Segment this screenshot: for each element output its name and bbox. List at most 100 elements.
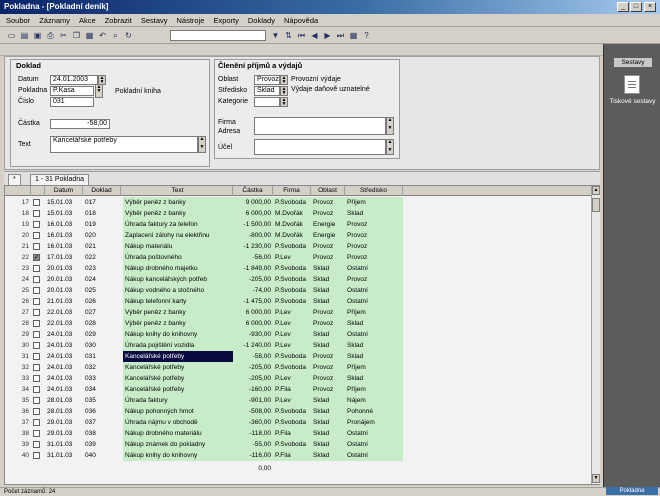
scroll-up-arrow[interactable]: ▲ [592, 186, 600, 195]
firm-cell[interactable]: P.Svoboda [273, 263, 311, 274]
table-row[interactable]: 27 22.01.03 027 Výběr peněz z banky 6 000,00… [5, 307, 591, 318]
checkbox-unchecked[interactable] [33, 231, 40, 239]
area-cell[interactable]: Energie [311, 219, 345, 230]
amount-cell[interactable]: -116,00 [233, 450, 273, 461]
row-number[interactable]: 36 [13, 406, 31, 417]
area-cell[interactable]: Sklad [311, 395, 345, 406]
row-checkbox[interactable] [31, 241, 45, 252]
row-checkbox[interactable] [31, 439, 45, 450]
firm-cell[interactable]: P.Fila [273, 450, 311, 461]
area-cell[interactable]: Provoz [311, 307, 345, 318]
table-row[interactable]: 26 21.01.03 026 Nákup telefonní karty -1 475… [5, 296, 591, 307]
date-cell[interactable]: 15.01.03 [45, 208, 83, 219]
amount-cell[interactable]: -205,00 [233, 274, 273, 285]
center-cell[interactable]: Ostatní [345, 296, 403, 307]
checkbox-unchecked[interactable] [33, 363, 40, 371]
text-cell[interactable]: Výběr peněz z banky [123, 307, 233, 318]
table-row[interactable]: 36 28.01.03 036 Nákup pohonných hmot -508,00… [5, 406, 591, 417]
firm-cell[interactable]: P.Lev [273, 395, 311, 406]
date-field[interactable]: 24.01.2003 [50, 75, 98, 85]
date-cell[interactable]: 16.01.03 [45, 230, 83, 241]
table-row[interactable]: 40 31.01.03 040 Nákup knihy do knihovny -116… [5, 450, 591, 461]
column-header-blank-1[interactable] [31, 186, 45, 196]
row-checkbox[interactable] [31, 395, 45, 406]
text-field[interactable]: Kancelářské potřeby [50, 136, 198, 153]
center-cell[interactable]: Pronájem [345, 417, 403, 428]
area-cell[interactable]: Provoz [311, 252, 345, 263]
amount-cell[interactable]: -118,00 [233, 428, 273, 439]
date-cell[interactable]: 16.01.03 [45, 219, 83, 230]
doc-number-cell[interactable]: 019 [83, 219, 121, 230]
row-number[interactable]: 17 [13, 197, 31, 208]
center-cell[interactable]: Příjem [345, 362, 403, 373]
row-checkbox[interactable] [31, 230, 45, 241]
prev-record-icon[interactable]: ◀ [309, 30, 320, 41]
center-cell[interactable]: Provoz [345, 252, 403, 263]
date-cell[interactable]: 28.01.03 [45, 406, 83, 417]
firm-cell[interactable]: P.Fila [273, 384, 311, 395]
center-cell[interactable]: Nájem [345, 395, 403, 406]
center-cell[interactable]: Sklad [345, 208, 403, 219]
row-number[interactable]: 27 [13, 307, 31, 318]
row-number[interactable]: 22 [13, 252, 31, 263]
menu-item-2[interactable]: Záznamy [39, 16, 70, 25]
center-cell[interactable]: Sklad [345, 351, 403, 362]
row-checkbox[interactable] [31, 384, 45, 395]
area-select[interactable]: Provoz [254, 75, 280, 85]
doc-number-cell[interactable]: 024 [83, 274, 121, 285]
area-dropdown-button[interactable]: ▲ ▼ [280, 75, 288, 85]
firm-cell[interactable]: P.Svoboda [273, 296, 311, 307]
area-cell[interactable]: Sklad [311, 285, 345, 296]
firm-cell[interactable]: M.Dvořák [273, 219, 311, 230]
text-cell[interactable]: Nákup drobného materiálu [123, 428, 233, 439]
doc-number-cell[interactable]: 026 [83, 296, 121, 307]
open-icon[interactable]: ▤ [19, 30, 30, 41]
minimize-button[interactable]: _ [617, 2, 629, 12]
checkbox-unchecked[interactable] [33, 297, 40, 305]
row-number[interactable]: 33 [13, 373, 31, 384]
date-cell[interactable]: 17.01.03 [45, 252, 83, 263]
date-cell[interactable]: 24.01.03 [45, 351, 83, 362]
doc-number-cell[interactable]: 032 [83, 362, 121, 373]
table-row[interactable]: 30 24.01.03 030 Úhrada pojištění vozidla -1 … [5, 340, 591, 351]
table-row[interactable]: 33 24.01.03 033 Kancelářské potřeby -205,00 P… [5, 373, 591, 384]
date-cell[interactable]: 31.01.03 [45, 439, 83, 450]
sort-icon[interactable]: ⇅ [283, 30, 294, 41]
date-cell[interactable]: 24.01.03 [45, 362, 83, 373]
center-cell[interactable]: Příjem [345, 307, 403, 318]
firm-cell[interactable]: P.Svoboda [273, 274, 311, 285]
center-cell[interactable]: Provoz [345, 241, 403, 252]
row-checkbox[interactable] [31, 406, 45, 417]
doc-number-cell[interactable]: 021 [83, 241, 121, 252]
center-cell[interactable]: Provoz [345, 230, 403, 241]
row-number[interactable]: 34 [13, 384, 31, 395]
text-cell[interactable]: Výběr peněz z banky [123, 208, 233, 219]
checkbox-unchecked[interactable] [33, 275, 40, 283]
calculator-icon[interactable]: ▦ [348, 30, 359, 41]
purpose-field[interactable] [254, 139, 386, 155]
checkbox-unchecked[interactable] [33, 440, 40, 448]
row-checkbox[interactable] [31, 362, 45, 373]
table-row[interactable]: 32 24.01.03 032 Kancelářské potřeby -205,00 P… [5, 362, 591, 373]
amount-cell[interactable]: -930,00 [233, 329, 273, 340]
row-number[interactable]: 29 [13, 329, 31, 340]
date-cell[interactable]: 31.01.03 [45, 450, 83, 461]
help-icon[interactable]: ? [361, 30, 372, 41]
column-header-částka[interactable]: Částka [233, 186, 273, 196]
firm-cell[interactable]: P.Lev [273, 318, 311, 329]
doc-number-cell[interactable]: 035 [83, 395, 121, 406]
center-select[interactable]: Sklad [254, 86, 280, 96]
center-cell[interactable]: Sklad [345, 373, 403, 384]
category-select[interactable] [254, 97, 280, 107]
firm-cell[interactable]: P.Lev [273, 252, 311, 263]
amount-cell[interactable]: -1 475,00 [233, 296, 273, 307]
amount-cell[interactable]: 6 000,00 [233, 318, 273, 329]
purpose-field-scrollbar[interactable]: ▲ ▼ [386, 139, 394, 155]
area-cell[interactable]: Provoz [311, 197, 345, 208]
amount-cell[interactable]: -360,00 [233, 417, 273, 428]
doc-number-cell[interactable]: 040 [83, 450, 121, 461]
checkbox-unchecked[interactable] [33, 330, 40, 338]
amount-cell[interactable]: -160,00 [233, 384, 273, 395]
new-icon[interactable]: ▭ [6, 30, 17, 41]
doc-number-cell[interactable]: 039 [83, 439, 121, 450]
